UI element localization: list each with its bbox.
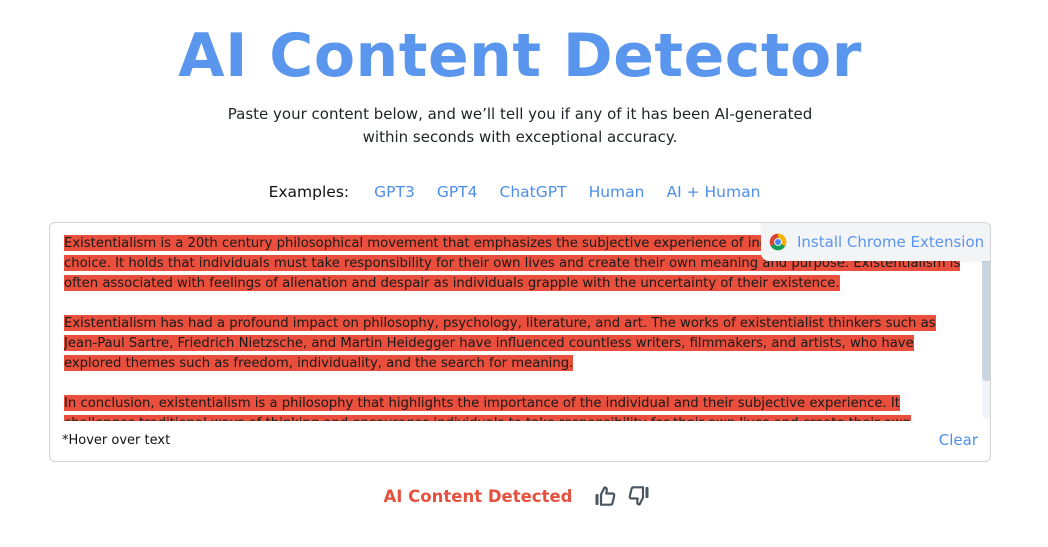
clear-button[interactable]: Clear [939,431,978,449]
ai-highlight[interactable]: Existentialism has had a profound impact… [64,315,936,372]
paragraph: Existentialism has had a profound impact… [64,314,969,374]
content-editor[interactable]: Existentialism is a 20th century philoso… [49,222,991,462]
example-gpt3-link[interactable]: GPT3 [374,181,415,203]
examples-label: Examples: [268,183,350,201]
examples-bar: Examples: GPT3 GPT4 ChatGPT Human AI + H… [0,181,1040,203]
editor-scrollbar[interactable] [982,249,990,419]
page-title: AI Content Detector [178,21,862,91]
page-subtitle: Paste your content below, and we’ll tell… [227,105,813,146]
example-gpt4-link[interactable]: GPT4 [437,181,478,203]
example-ai-human-link[interactable]: AI + Human [666,181,760,203]
example-chatgpt-link[interactable]: ChatGPT [500,181,567,203]
paragraph: In conclusion, existentialism is a philo… [64,394,969,421]
ai-highlight[interactable]: In conclusion, existentialism is a philo… [64,395,911,421]
scrollbar-thumb[interactable] [982,249,990,381]
example-human-link[interactable]: Human [589,181,645,203]
chrome-icon [769,233,787,251]
thumbs-up-icon[interactable] [593,484,617,508]
install-chrome-extension-button[interactable]: Install Chrome Extension [761,223,990,261]
content-text-area[interactable]: Existentialism is a 20th century philoso… [64,234,969,421]
hover-hint: *Hover over text [62,433,171,448]
thumbs-down-icon[interactable] [627,484,651,508]
result-row: AI Content Detected [0,484,1040,508]
chrome-extension-label: Install Chrome Extension [797,233,985,251]
detection-result: AI Content Detected [383,486,573,506]
